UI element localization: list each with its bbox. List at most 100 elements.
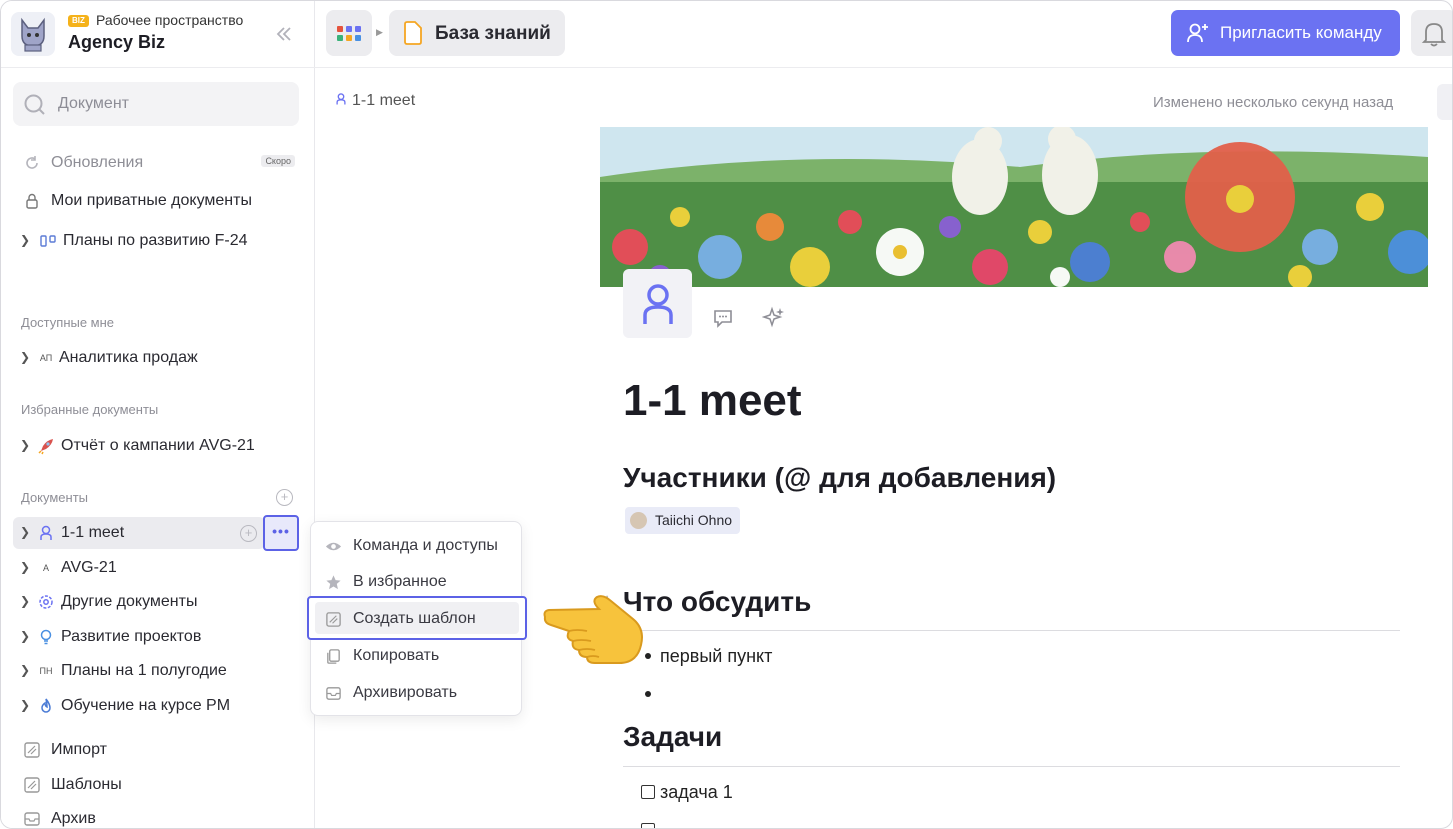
document-context-menu: Команда и доступы В избранное Создать ша… — [307, 521, 527, 716]
breadcrumb-knowledge-base[interactable]: База знаний — [389, 10, 565, 56]
chevron-right-icon[interactable]: ❯ — [20, 663, 30, 677]
search-icon — [24, 94, 45, 115]
sidebar-item-roadmap[interactable]: ❯ Планы по развитию F-24 — [13, 225, 301, 257]
participant-name: Taiichi Ohno — [655, 512, 733, 528]
avatar — [630, 512, 647, 529]
archive-icon — [24, 812, 40, 826]
menu-item-create-template[interactable]: Создать шаблон — [307, 596, 527, 640]
chevron-right-icon[interactable]: ❯ — [20, 560, 30, 574]
workspace-plan-badge: BIZ — [68, 15, 89, 27]
invite-team-button[interactable]: Пригласить команду — [1171, 10, 1400, 56]
list-item[interactable]: первый пункт — [660, 646, 772, 667]
sidebar: BIZ Рабочее пространство Agency Biz Доку… — [1, 1, 315, 828]
task-text[interactable]: задача 1 — [660, 782, 733, 803]
flame-icon — [41, 698, 51, 713]
person-icon — [642, 283, 673, 324]
add-document-icon[interactable]: + — [276, 489, 293, 506]
menu-item-label: Архивировать — [353, 684, 458, 701]
task-checkbox[interactable] — [641, 785, 655, 799]
comment-icon[interactable] — [711, 306, 735, 330]
sidebar-item-label: Аналитика продаж — [59, 349, 198, 366]
document-emoji-button[interactable] — [623, 269, 692, 338]
search-placeholder: Документ — [58, 95, 129, 112]
app-window: BIZ Рабочее пространство Agency Biz Доку… — [0, 0, 1453, 829]
document-breadcrumb[interactable]: 1-1 meet — [334, 92, 415, 110]
modified-status: Изменено несколько секунд назад — [1153, 94, 1394, 111]
document-breadcrumb-label: 1-1 meet — [352, 92, 416, 109]
menu-item-archive[interactable]: Архивировать — [311, 675, 523, 711]
sidebar-item-pm-course[interactable]: ❯ Обучение на курсе PM — [13, 690, 301, 722]
add-subdocument-icon[interactable]: + — [240, 525, 257, 542]
sidebar-item-label: Отчёт о кампании AVG-21 — [61, 437, 255, 454]
document-title[interactable]: 1-1 meet — [623, 376, 802, 426]
search-input[interactable]: Документ — [13, 82, 299, 126]
person-icon — [336, 93, 346, 105]
workspace-logo — [11, 12, 55, 56]
sidebar-item-avg-21[interactable]: ❯ A AVG-21 — [13, 552, 301, 584]
participants-heading[interactable]: Участники (@ для добавления) — [623, 462, 1056, 494]
refresh-icon — [26, 156, 38, 169]
collapse-sidebar-icon[interactable] — [273, 23, 297, 45]
chevron-right-icon[interactable]: ❯ — [20, 594, 30, 608]
doc-initials-icon: ПН — [39, 666, 53, 676]
sidebar-item-templates[interactable]: Шаблоны — [13, 769, 303, 801]
chevron-right-icon[interactable]: ❯ — [20, 698, 30, 712]
sidebar-item-label: Шаблоны — [51, 776, 122, 793]
section-favorites-title: Избранные документы — [21, 402, 159, 417]
roadmap-icon — [40, 235, 56, 247]
chevron-right-icon[interactable]: ❯ — [20, 629, 30, 643]
sidebar-item-1-1-meet[interactable]: ❯ 1-1 meet — [13, 517, 265, 549]
section-shared-title: Доступные мне — [21, 315, 115, 330]
document-icon — [404, 21, 422, 45]
sidebar-item-archive[interactable]: Архив — [13, 803, 303, 828]
sidebar-item-label: Обновления — [51, 154, 144, 171]
tasks-heading[interactable]: Задачи — [623, 721, 722, 753]
bell-icon — [1421, 23, 1447, 47]
person-icon — [40, 525, 52, 540]
sidebar-item-sales-analytics[interactable]: ❯ АП Аналитика продаж — [13, 342, 301, 374]
workspace-label: Рабочее пространство — [96, 12, 244, 28]
task-checkbox[interactable] — [641, 823, 655, 828]
more-options-button[interactable]: ••• — [263, 515, 299, 551]
sidebar-item-other-docs[interactable]: ❯ Другие документы — [13, 586, 301, 618]
menu-item-copy[interactable]: Копировать — [311, 638, 523, 674]
import-icon — [24, 742, 40, 758]
sidebar-item-updates[interactable]: Обновления Скоро — [13, 147, 303, 179]
notifications-button[interactable] — [1411, 10, 1452, 56]
workspace-header[interactable]: BIZ Рабочее пространство Agency Biz — [1, 1, 315, 68]
menu-item-favorite[interactable]: В избранное — [311, 564, 523, 600]
sidebar-item-label: Развитие проектов — [61, 628, 202, 645]
lock-icon — [26, 193, 38, 209]
sidebar-item-private-docs[interactable]: Мои приватные документы — [13, 185, 303, 217]
chevron-right-icon[interactable]: ❯ — [20, 438, 30, 452]
share-button[interactable] — [1437, 84, 1452, 120]
heading-divider — [623, 766, 1400, 767]
menu-item-team-access[interactable]: Команда и доступы — [311, 528, 523, 564]
sparkles-icon[interactable] — [762, 306, 786, 330]
sidebar-item-label: Импорт — [51, 741, 107, 758]
eye-icon — [325, 542, 342, 551]
topbar: ▶ База знаний Пригласить команду — [315, 1, 1452, 68]
sidebar-item-projects[interactable]: ❯ Развитие проектов — [13, 621, 301, 653]
doc-initials-icon: АП — [39, 353, 53, 363]
add-user-icon — [1187, 23, 1208, 43]
chevron-right-icon[interactable]: ❯ — [20, 525, 30, 539]
template-icon — [326, 612, 341, 627]
copy-icon — [327, 649, 340, 664]
sidebar-item-label: Планы по развитию F-24 — [63, 232, 248, 249]
sidebar-item-label: Обучение на курсе PM — [61, 697, 231, 714]
apps-button[interactable] — [326, 10, 372, 56]
heading-divider — [623, 630, 1400, 631]
sidebar-item-import[interactable]: Импорт — [13, 734, 303, 766]
chevron-right-icon[interactable]: ❯ — [20, 233, 30, 247]
menu-item-label: Создать шаблон — [353, 610, 476, 627]
chevron-right-icon[interactable]: ❯ — [20, 350, 30, 364]
workspace-name: Agency Biz — [68, 32, 166, 52]
sidebar-item-half-year-plans[interactable]: ❯ ПН Планы на 1 полугодие — [13, 655, 301, 687]
menu-item-label: Команда и доступы — [353, 537, 498, 554]
sidebar-item-campaign-report[interactable]: ❯ Отчёт о кампании AVG-21 — [13, 430, 301, 462]
section-docs-title: Документы — [21, 490, 89, 505]
invite-label: Пригласить команду — [1220, 23, 1382, 42]
cover-image[interactable] — [600, 127, 1428, 287]
participant-mention[interactable]: Taiichi Ohno — [625, 507, 741, 534]
